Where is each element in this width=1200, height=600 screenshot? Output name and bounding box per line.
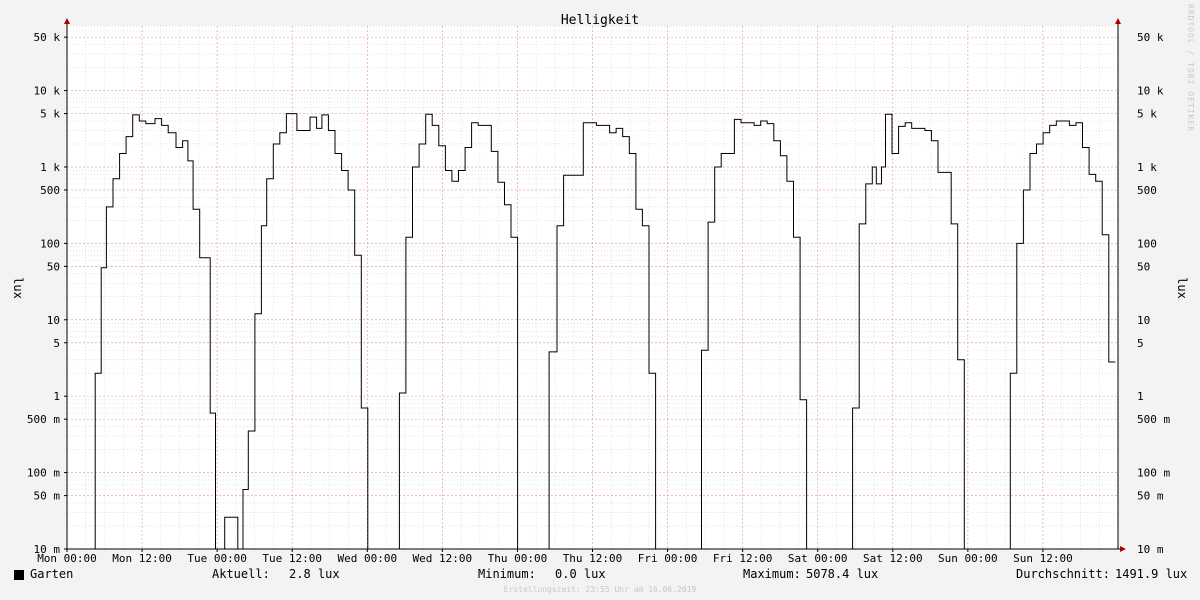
y-tick-label-left: 50 m bbox=[34, 490, 61, 503]
y-tick-label-right: 500 m bbox=[1137, 413, 1170, 426]
y-tick-label-right: 500 bbox=[1137, 184, 1157, 197]
x-tick-label: Sat 00:00 bbox=[788, 552, 848, 565]
x-tick-label: Thu 00:00 bbox=[488, 552, 548, 565]
y-tick-label-right: 5 bbox=[1137, 337, 1144, 350]
legend-min-value: 0.0 lux bbox=[555, 567, 606, 581]
rrdtool-watermark: RRDTOOL / TOBI OETIKER bbox=[1186, 4, 1195, 132]
legend-current-value: 2.8 lux bbox=[289, 567, 340, 581]
y-tick-label-right: 50 k bbox=[1137, 31, 1164, 44]
chart-window: 10 m 50 m 100 m 500 m 1 5 10 50 100 500 1 k 5 k 10 k… bbox=[0, 0, 1200, 600]
x-tick-label: Thu 12:00 bbox=[563, 552, 623, 565]
y-tick-label-left: 100 m bbox=[27, 467, 60, 480]
legend-current-label: Aktuell: bbox=[212, 567, 270, 581]
y-tick-label-left: 50 k bbox=[34, 31, 61, 44]
x-tick-label: Sun 00:00 bbox=[938, 552, 998, 565]
y-tick-label-left: 50 bbox=[47, 260, 60, 273]
legend-avg-label: Durchschnitt: bbox=[1016, 567, 1110, 581]
y-tick-label-right: 5 k bbox=[1137, 108, 1157, 121]
y-tick-label-right: 100 bbox=[1137, 237, 1157, 250]
x-tick-label: Fri 12:00 bbox=[713, 552, 773, 565]
y-tick-label-right: 50 bbox=[1137, 260, 1150, 273]
y-tick-label-left: 5 k bbox=[40, 108, 60, 121]
y-tick-label-left: 500 bbox=[40, 184, 60, 197]
y-tick-label-left: 5 bbox=[53, 337, 60, 350]
y-tick-label-right: 1 bbox=[1137, 390, 1144, 403]
y-tick-label-right: 10 k bbox=[1137, 85, 1164, 98]
y-tick-label-left: 100 bbox=[40, 237, 60, 250]
legend-max-label: Maximum: bbox=[743, 567, 801, 581]
y-tick-label-left: 500 m bbox=[27, 413, 60, 426]
y-tick-label-left: 1 bbox=[53, 390, 60, 403]
y-axis-label-right: lux bbox=[1175, 277, 1189, 299]
y-tick-label-left: 10 k bbox=[34, 85, 61, 98]
legend-series-name: Garten bbox=[30, 567, 74, 581]
legend-min-label: Minimum: bbox=[478, 567, 536, 581]
y-tick-label-left: 1 k bbox=[40, 161, 60, 174]
y-tick-label-right: 10 bbox=[1137, 314, 1150, 327]
x-tick-label: Sun 12:00 bbox=[1013, 552, 1073, 565]
x-tick-label: Wed 12:00 bbox=[413, 552, 473, 565]
brightness-chart: 10 m 50 m 100 m 500 m 1 5 10 50 100 500 1 k 5 k 10 k… bbox=[0, 0, 1200, 600]
y-axis-label-left: lux bbox=[11, 277, 25, 299]
x-tick-label: Tue 12:00 bbox=[262, 552, 322, 565]
legend-swatch bbox=[14, 570, 24, 580]
creation-timestamp: Erstellungszeit: 23:55 Uhr am 16.06.2019 bbox=[503, 585, 697, 594]
legend-max-value: 5078.4 lux bbox=[806, 567, 879, 581]
legend-avg-value: 1491.9 lux bbox=[1115, 567, 1188, 581]
x-tick-label: Sat 12:00 bbox=[863, 552, 923, 565]
y-tick-label-right: 50 m bbox=[1137, 490, 1164, 503]
x-tick-label: Wed 00:00 bbox=[337, 552, 397, 565]
y-tick-label-right: 10 m bbox=[1137, 543, 1164, 556]
x-tick-label: Fri 00:00 bbox=[638, 552, 698, 565]
y-tick-label-left: 10 bbox=[47, 314, 60, 327]
x-tick-label: Mon 12:00 bbox=[112, 552, 172, 565]
y-tick-label-right: 1 k bbox=[1137, 161, 1157, 174]
y-tick-label-right: 100 m bbox=[1137, 467, 1170, 480]
x-tick-label: Mon 00:00 bbox=[37, 552, 97, 565]
chart-title: Helligkeit bbox=[561, 13, 639, 28]
x-tick-label: Tue 00:00 bbox=[187, 552, 247, 565]
